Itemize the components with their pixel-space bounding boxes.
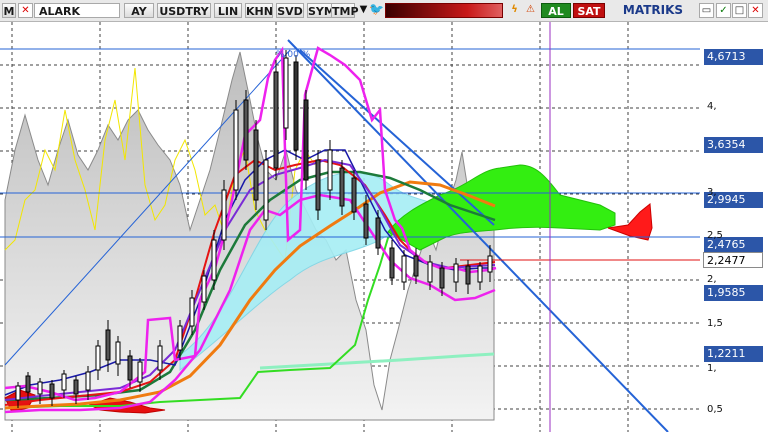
price-level-label: 4,6713 (703, 49, 763, 65)
price-tick: 2, (707, 274, 717, 285)
price-tick: 2,5 (707, 230, 723, 241)
twitter-icon[interactable]: 🐦 (369, 3, 384, 18)
scale-button[interactable]: LIN (214, 3, 242, 18)
symbol-input[interactable]: ALARK (34, 3, 120, 18)
current-price-label: 2,2477 (703, 252, 763, 268)
maximize-icon[interactable]: □ (732, 3, 747, 18)
sym-button[interactable]: SYM (307, 3, 335, 18)
minimize-icon[interactable]: ▭ (699, 3, 714, 18)
alarm-icon[interactable]: ⚠ (523, 3, 538, 18)
price-level-label: 3,6354 (703, 137, 763, 153)
price-level-label: 1,9585 (703, 285, 763, 301)
close-symbol-icon[interactable]: ✕ (18, 3, 33, 18)
chart-annotation: % 00 % (276, 50, 311, 60)
price-level-label: 1,2211 (703, 346, 763, 362)
checkbox-icon[interactable]: ✓ (716, 3, 731, 18)
price-tick: 4, (707, 101, 717, 112)
lightning-icon[interactable]: ϟ (507, 3, 522, 18)
tmp-button[interactable]: TMP (331, 3, 359, 18)
price-chart[interactable]: % 00 % 4,6713 3,6354 2,9945 2,4765 2,247… (0, 22, 768, 432)
price-tick: 1,5 (707, 318, 723, 329)
price-change-bar (385, 3, 503, 18)
price-tick: 0,5 (707, 404, 723, 415)
khn-button[interactable]: KHN (245, 3, 273, 18)
buy-button[interactable]: AL (541, 3, 571, 18)
svd-button[interactable]: SVD (276, 3, 304, 18)
chart-canvas: % 00 % (0, 22, 700, 432)
chart-toolbar: M ✕ ALARK AY USDTRY LIN KHN SVD SYM TMP … (0, 0, 768, 22)
sell-button[interactable]: SAT (573, 3, 605, 18)
price-tick: 3, (707, 187, 717, 198)
period-button[interactable]: AY (124, 3, 154, 18)
matriks-logo: MATRIKS (622, 3, 684, 17)
price-tick: 1, (707, 363, 717, 374)
currency-button[interactable]: USDTRY (157, 3, 211, 18)
menu-button[interactable]: M (2, 3, 16, 18)
close-window-icon[interactable]: ✕ (748, 3, 763, 18)
